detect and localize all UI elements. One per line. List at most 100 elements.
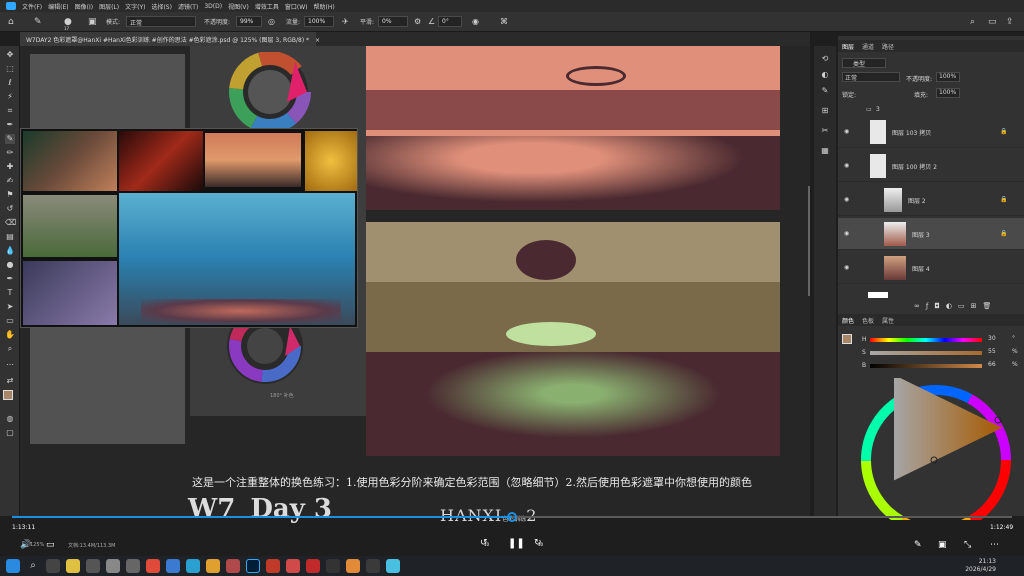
airbrush-icon[interactable]: ✈: [342, 17, 349, 26]
visibility-eye-icon[interactable]: ◉: [844, 196, 849, 203]
menu-item[interactable]: 帮助(H): [314, 2, 335, 11]
brush-tool-icon[interactable]: ✎: [5, 134, 15, 144]
layer-actions-bar[interactable]: ∞ƒ◘◐▭⊞🗑: [914, 302, 997, 310]
screen-mode-icon[interactable]: ▢: [5, 428, 15, 438]
pressure-size-icon[interactable]: ◉: [472, 17, 479, 26]
saturation-value[interactable]: 55: [988, 348, 1008, 355]
layer-row[interactable]: ◉ 图层 100 拷贝 2: [838, 150, 1024, 182]
delete-layer-icon[interactable]: 🗑: [982, 302, 997, 310]
brush-icon[interactable]: ✎: [34, 17, 42, 27]
app-icon[interactable]: [346, 559, 360, 573]
menu-item[interactable]: 图像(I): [75, 2, 93, 11]
libraries-icon[interactable]: ⊞: [820, 106, 830, 116]
share-icon[interactable]: ⇪: [1006, 17, 1014, 27]
pressure-opacity-icon[interactable]: ◎: [268, 17, 275, 26]
history-brush-icon[interactable]: ↺: [5, 204, 15, 214]
blend-mode-select[interactable]: 正常: [842, 72, 900, 82]
menu-item[interactable]: 选择(S): [151, 2, 172, 11]
blur-tool-icon[interactable]: 💧: [5, 246, 15, 256]
hand-tool-icon[interactable]: ✋: [5, 330, 15, 340]
app-icon[interactable]: [286, 559, 300, 573]
app-icon[interactable]: [366, 559, 380, 573]
more-options-icon[interactable]: ⋯: [990, 540, 999, 550]
gradient-tool-icon[interactable]: ▤: [5, 232, 15, 242]
photoshop-icon[interactable]: [246, 559, 260, 573]
settings-gear-icon[interactable]: ⚙: [414, 17, 421, 26]
app-icon[interactable]: [166, 559, 180, 573]
flow-input[interactable]: 100%: [304, 16, 334, 27]
visibility-eye-icon[interactable]: ◉: [844, 128, 849, 135]
zoom-tool-icon[interactable]: ⌕: [5, 344, 15, 354]
skip-back-icon[interactable]: ↺ 10: [480, 538, 492, 552]
layer-name[interactable]: 图层 103 拷贝: [892, 128, 931, 137]
app-icon[interactable]: [326, 559, 340, 573]
mixer-brush-icon[interactable]: ✍: [5, 176, 15, 186]
menu-item[interactable]: 增效工具: [255, 2, 279, 11]
brightness-value[interactable]: 66: [988, 361, 1008, 368]
chrome-icon[interactable]: [146, 559, 160, 573]
swap-colors-icon[interactable]: ⇄: [5, 376, 15, 386]
system-clock[interactable]: 21:13 2026/4/29: [965, 558, 996, 574]
path-select-icon[interactable]: ➤: [5, 302, 15, 312]
pause-icon[interactable]: ❚❚: [508, 538, 525, 549]
pen-tool-icon[interactable]: ✒: [5, 274, 15, 284]
video-progress-thumb[interactable]: [507, 512, 517, 522]
edge-icon[interactable]: [186, 559, 200, 573]
netease-music-icon[interactable]: [306, 559, 320, 573]
skip-forward-icon[interactable]: ↻ 30: [534, 538, 546, 552]
app-icon[interactable]: [126, 559, 140, 573]
menu-item[interactable]: 窗口(W): [285, 2, 308, 11]
layer-row-selected[interactable]: ◉ 图层 3 🔒: [838, 218, 1024, 250]
menu-item[interactable]: 滤镜(T): [178, 2, 198, 11]
tab-layers[interactable]: 图层: [842, 42, 854, 51]
app-icon[interactable]: [206, 559, 220, 573]
tab-paths[interactable]: 路径: [882, 42, 894, 51]
layer-name[interactable]: 图层 2: [908, 196, 926, 205]
tab-swatches[interactable]: 色板: [862, 316, 874, 325]
visibility-eye-icon[interactable]: ◉: [844, 264, 849, 271]
app-icon[interactable]: [226, 559, 240, 573]
document-tab[interactable]: W7DAY2 色彩遮罩@HanXi #HanXi色彩训练 #创作的思法 #色彩遮…: [20, 32, 320, 46]
layer-opacity-input[interactable]: 100%: [936, 72, 960, 82]
opacity-input[interactable]: 99%: [236, 16, 262, 27]
brightness-slider[interactable]: [870, 364, 982, 368]
symmetry-icon[interactable]: ⌘: [500, 17, 508, 26]
app-icon[interactable]: [106, 559, 120, 573]
menu-item[interactable]: 3D(D): [204, 3, 222, 10]
layer-row[interactable]: ◉ 图层 2 🔒: [838, 184, 1024, 216]
swatches-icon[interactable]: ▦: [820, 146, 830, 156]
workspace-icon[interactable]: ▭: [988, 17, 997, 27]
link-layers-icon[interactable]: ∞: [914, 302, 926, 310]
new-layer-icon[interactable]: ⊞: [971, 302, 983, 310]
search-icon[interactable]: ⌕: [970, 17, 975, 27]
foreground-color-swatch[interactable]: [3, 390, 13, 400]
smooth-input[interactable]: 0%: [378, 16, 408, 27]
quick-mask-icon[interactable]: ◍: [5, 414, 15, 424]
properties-icon[interactable]: ✂: [820, 126, 830, 136]
dodge-tool-icon[interactable]: ●: [5, 260, 15, 270]
new-group-icon[interactable]: ▭: [958, 302, 971, 310]
tab-channels[interactable]: 通道: [862, 42, 874, 51]
hue-slider[interactable]: [870, 338, 982, 342]
home-icon[interactable]: ⌂: [8, 17, 14, 27]
layer-name[interactable]: 图层 4: [912, 264, 930, 273]
angle-input[interactable]: 0°: [438, 16, 462, 27]
marquee-tool-icon[interactable]: ⬚: [5, 64, 15, 74]
menu-item[interactable]: 文件(F): [22, 2, 42, 11]
explorer-icon[interactable]: [66, 559, 80, 573]
shape-tool-icon[interactable]: ▭: [5, 316, 15, 326]
saturation-slider[interactable]: [870, 351, 982, 355]
app-icon[interactable]: [386, 559, 400, 573]
group-name[interactable]: 3: [876, 106, 880, 113]
tab-properties[interactable]: 属性: [882, 316, 894, 325]
stamp-tool-icon[interactable]: ⚑: [5, 190, 15, 200]
crop-tool-icon[interactable]: ⌗: [5, 106, 15, 116]
color-foreground-swatch[interactable]: [842, 334, 852, 344]
history-icon[interactable]: ⟲: [820, 54, 830, 64]
task-view-icon[interactable]: [46, 559, 60, 573]
color-wheel-picker[interactable]: [848, 378, 1014, 520]
move-tool-icon[interactable]: ✥: [5, 50, 15, 60]
visibility-eye-icon[interactable]: ◉: [844, 162, 849, 169]
mode-select[interactable]: 正常: [126, 16, 196, 27]
ps-logo-icon[interactable]: [6, 2, 16, 10]
